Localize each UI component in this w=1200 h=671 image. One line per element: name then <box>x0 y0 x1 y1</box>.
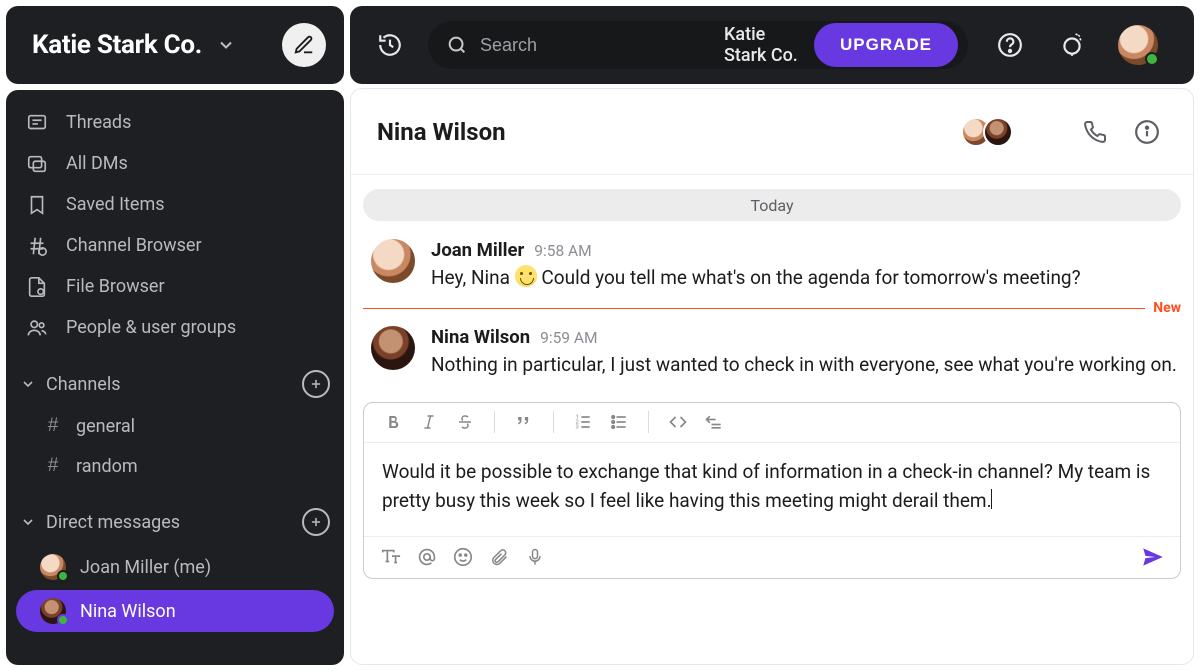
label: Direct messages <box>46 512 180 533</box>
chevron-down-icon <box>20 376 40 392</box>
ordered-list-button[interactable]: 123 <box>568 407 598 437</box>
avatar <box>40 598 66 624</box>
message-author: Nina Wilson <box>431 326 530 348</box>
user-avatar[interactable] <box>1118 25 1158 65</box>
send-button[interactable] <box>1138 542 1168 572</box>
add-channel-button[interactable] <box>302 370 330 398</box>
bookmark-icon <box>24 194 50 216</box>
chat-pane: Nina Wilson Today <box>350 88 1194 665</box>
workspace-header[interactable]: Katie Stark Co. <box>6 6 344 84</box>
bullet-list-button[interactable] <box>604 407 634 437</box>
message-text: Nothing in particular, I just wanted to … <box>431 350 1181 379</box>
audio-button[interactable] <box>520 542 550 572</box>
label: All DMs <box>66 153 128 174</box>
label: Channels <box>46 374 121 395</box>
presence-online-icon <box>57 570 69 582</box>
svg-text:3: 3 <box>576 425 579 431</box>
label: random <box>76 456 138 477</box>
topbar: Katie Stark Co. UPGRADE <box>350 6 1194 84</box>
chevron-down-icon <box>216 35 236 55</box>
label: Nina Wilson <box>80 601 176 622</box>
upgrade-button[interactable]: UPGRADE <box>814 23 958 67</box>
hash-icon: # <box>44 415 62 437</box>
toggle-formatting-button[interactable] <box>376 542 406 572</box>
add-dm-button[interactable] <box>302 508 330 536</box>
sidebar-item-all-dms[interactable]: All DMs <box>6 143 344 184</box>
dm-nina-wilson[interactable]: Nina Wilson <box>16 590 334 632</box>
all-dms-icon <box>24 153 50 175</box>
channel-general[interactable]: # general <box>6 406 344 446</box>
section-channels[interactable]: Channels <box>6 362 344 406</box>
section-dms[interactable]: Direct messages <box>6 500 344 544</box>
sidebar-item-file-browser[interactable]: File Browser <box>6 266 344 307</box>
label: Saved Items <box>66 194 165 215</box>
file-browser-icon <box>24 276 50 298</box>
sidebar-item-saved[interactable]: Saved Items <box>6 184 344 225</box>
strikethrough-button[interactable] <box>450 407 480 437</box>
message[interactable]: Nina Wilson 9:59 AM Nothing in particula… <box>363 318 1181 387</box>
search-context: Katie Stark Co. <box>724 24 802 66</box>
people-icon <box>24 317 50 339</box>
search-input[interactable] <box>480 35 712 56</box>
new-messages-divider: New <box>363 300 1181 316</box>
chat-header: Nina Wilson <box>351 89 1193 175</box>
code-block-button[interactable] <box>699 407 729 437</box>
presence-online-icon <box>57 614 69 626</box>
composer: 123 Would it be possible to exchange tha… <box>363 402 1181 579</box>
channel-browser-icon <box>24 235 50 257</box>
threads-icon <box>24 112 50 134</box>
message-author: Joan Miller <box>431 239 524 261</box>
date-divider: Today <box>363 189 1181 221</box>
composer-input[interactable]: Would it be possible to exchange that ki… <box>364 443 1180 536</box>
code-button[interactable] <box>663 407 693 437</box>
attachment-button[interactable] <box>484 542 514 572</box>
bold-button[interactable] <box>378 407 408 437</box>
label: Channel Browser <box>66 235 202 256</box>
sidebar: Threads All DMs Saved Items Channel Brow… <box>6 90 344 665</box>
sidebar-item-people[interactable]: People & user groups <box>6 307 344 348</box>
label: People & user groups <box>66 317 236 338</box>
compose-button[interactable] <box>282 23 326 67</box>
avatar <box>371 326 415 370</box>
whats-new-button[interactable] <box>1052 25 1092 65</box>
history-button[interactable] <box>368 23 412 67</box>
info-button[interactable] <box>1127 112 1167 152</box>
smile-emoji-icon <box>515 265 537 287</box>
mention-button[interactable] <box>412 542 442 572</box>
presence-online-icon <box>1145 52 1159 66</box>
message-time: 9:58 AM <box>534 242 591 260</box>
message-time: 9:59 AM <box>540 329 597 347</box>
avatar <box>371 239 415 283</box>
emoji-button[interactable] <box>448 542 478 572</box>
label: File Browser <box>66 276 165 297</box>
italic-button[interactable] <box>414 407 444 437</box>
search-bar[interactable]: Katie Stark Co. UPGRADE <box>428 21 968 69</box>
channel-random[interactable]: # random <box>6 446 344 486</box>
chat-title[interactable]: Nina Wilson <box>377 118 506 146</box>
hash-icon: # <box>44 455 62 477</box>
search-icon <box>446 34 468 56</box>
help-button[interactable] <box>990 25 1030 65</box>
member-avatars[interactable] <box>961 117 1013 147</box>
sidebar-item-channel-browser[interactable]: Channel Browser <box>6 225 344 266</box>
dm-joan-miller[interactable]: Joan Miller (me) <box>16 546 334 588</box>
message[interactable]: Joan Miller 9:58 AM Hey, Nina Could you … <box>363 231 1181 300</box>
sidebar-item-threads[interactable]: Threads <box>6 102 344 143</box>
label: Joan Miller (me) <box>80 557 211 578</box>
format-toolbar: 123 <box>364 403 1180 443</box>
blockquote-button[interactable] <box>509 407 539 437</box>
workspace-name: Katie Stark Co. <box>32 30 202 60</box>
avatar <box>40 554 66 580</box>
composer-actions <box>364 536 1180 578</box>
chevron-down-icon <box>20 514 40 530</box>
call-button[interactable] <box>1075 112 1115 152</box>
label: general <box>76 416 135 437</box>
avatar <box>983 117 1013 147</box>
message-text: Hey, Nina Could you tell me what's on th… <box>431 263 1181 292</box>
label: Threads <box>66 112 131 133</box>
